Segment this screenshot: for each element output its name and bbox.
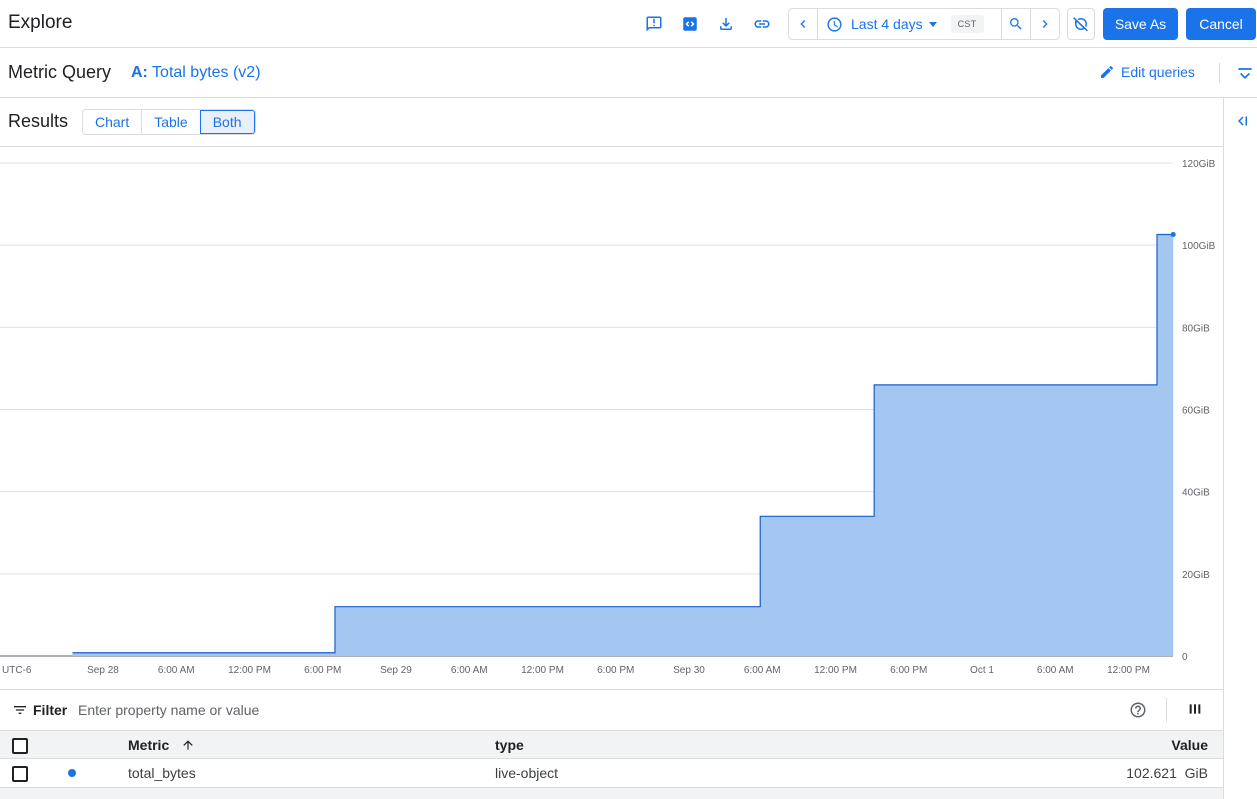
cell-value-number: 102.621 — [1126, 765, 1177, 781]
pencil-icon — [1101, 65, 1114, 78]
right-side-panel — [1223, 98, 1257, 799]
cancel-button[interactable]: Cancel — [1186, 8, 1256, 40]
column-header-type[interactable]: type — [495, 737, 524, 753]
save-as-button[interactable]: Save As — [1103, 8, 1178, 40]
x-tick-label: Sep 29 — [380, 665, 412, 676]
y-tick-label: 0 — [1182, 652, 1188, 663]
caret-down-icon — [928, 21, 937, 27]
column-display-icon[interactable] — [1187, 701, 1205, 719]
y-tick-label: 40GiB — [1182, 488, 1210, 499]
x-tick-label: 12:00 PM — [521, 665, 564, 676]
view-both-button[interactable]: Both — [199, 110, 255, 134]
x-tick-label: 6:00 AM — [158, 665, 195, 676]
filter-label: Filter — [33, 702, 68, 718]
zoom-icon[interactable] — [1002, 9, 1030, 39]
series-color-dot — [68, 769, 76, 777]
y-tick-label: 80GiB — [1182, 323, 1210, 334]
series-area — [72, 234, 1174, 657]
divider — [1219, 63, 1220, 83]
top-bar: Explore Last 4 days CST Save As Cancel — [0, 0, 1257, 48]
table-header: Metric type Value — [0, 730, 1223, 759]
edit-queries-button[interactable]: Edit queries — [1099, 64, 1195, 80]
download-icon[interactable] — [714, 12, 738, 36]
view-toggle: Chart Table Both — [82, 109, 256, 135]
help-icon[interactable] — [1129, 701, 1147, 719]
timeseries-chart[interactable]: 0 20GiB 40GiB 60GiB 80GiB 100GiB 120GiB Sep 28 6… — [0, 148, 1223, 688]
x-tick-label: 6:00 AM — [451, 665, 488, 676]
cell-value-unit: GiB — [1184, 765, 1208, 781]
auto-refresh-off-icon[interactable] — [1067, 8, 1095, 40]
chart-area: 0 20GiB 40GiB 60GiB 80GiB 100GiB 120GiB Sep 28 6… — [0, 148, 1223, 688]
divider — [1166, 698, 1167, 722]
arrow-up-icon — [181, 738, 195, 755]
view-chart-button[interactable]: Chart — [83, 110, 141, 134]
x-tick-label: 6:00 PM — [890, 665, 927, 676]
query-name: Total bytes (v2) — [152, 64, 261, 81]
feedback-icon[interactable] — [642, 12, 666, 36]
chevron-right-icon[interactable] — [1031, 9, 1059, 39]
edit-queries-label: Edit queries — [1121, 64, 1195, 80]
results-header: Results Chart Table Both — [0, 98, 1223, 147]
column-header-metric-label: Metric — [128, 737, 170, 753]
column-header-metric[interactable]: Metric — [128, 737, 195, 755]
column-header-value[interactable]: Value — [1171, 737, 1208, 753]
chevron-left-icon[interactable] — [789, 9, 817, 39]
y-tick-label: 120GiB — [1182, 159, 1216, 170]
filter-icon — [12, 702, 28, 718]
x-tick-label: 6:00 PM — [597, 665, 634, 676]
table-row[interactable]: total_bytes live-object 102.621 GiB — [0, 759, 1223, 788]
page-title: Explore — [8, 12, 73, 33]
series-end-point — [1170, 231, 1176, 237]
query-prefix: A: — [131, 64, 148, 81]
time-range-selector[interactable]: Last 4 days CST — [818, 9, 992, 39]
filter-bar: Filter — [0, 689, 1223, 730]
timezone-axis-label: UTC-6 — [2, 665, 32, 676]
time-range-label: Last 4 days — [851, 16, 923, 32]
expand-panel-icon[interactable] — [1232, 112, 1252, 132]
x-tick-label: 12:00 PM — [228, 665, 271, 676]
query-link[interactable]: A: Total bytes (v2) — [131, 64, 261, 82]
x-tick-label: 6:00 PM — [304, 665, 341, 676]
x-tick-label: Sep 30 — [673, 665, 705, 676]
cell-value: 102.621 GiB — [1126, 765, 1208, 781]
link-icon[interactable] — [750, 12, 774, 36]
timezone-chip[interactable]: CST — [950, 15, 984, 33]
cell-metric: total_bytes — [128, 765, 196, 781]
collapse-queries-icon[interactable] — [1235, 64, 1255, 84]
row-checkbox[interactable] — [12, 766, 28, 782]
results-label: Results — [8, 111, 69, 131]
code-icon[interactable] — [678, 12, 702, 36]
time-range-control: Last 4 days CST — [788, 8, 1060, 40]
x-tick-label: Sep 28 — [87, 665, 119, 676]
y-tick-label: 100GiB — [1182, 241, 1216, 252]
metric-query-label: Metric Query — [8, 62, 112, 82]
query-bar: Metric Query A: Total bytes (v2) Edit qu… — [0, 49, 1257, 98]
x-tick-label: Oct 1 — [970, 665, 994, 676]
y-tick-label: 20GiB — [1182, 570, 1210, 581]
y-tick-label: 60GiB — [1182, 406, 1210, 417]
clock-icon — [826, 16, 843, 33]
x-tick-label: 12:00 PM — [814, 665, 857, 676]
x-tick-label: 12:00 PM — [1107, 665, 1150, 676]
select-all-checkbox[interactable] — [12, 738, 28, 754]
filter-input[interactable] — [78, 698, 638, 722]
x-tick-label: 6:00 AM — [744, 665, 781, 676]
table-footer — [0, 788, 1223, 799]
view-table-button[interactable]: Table — [141, 110, 199, 134]
x-tick-label: 6:00 AM — [1037, 665, 1074, 676]
cell-type: live-object — [495, 765, 559, 781]
